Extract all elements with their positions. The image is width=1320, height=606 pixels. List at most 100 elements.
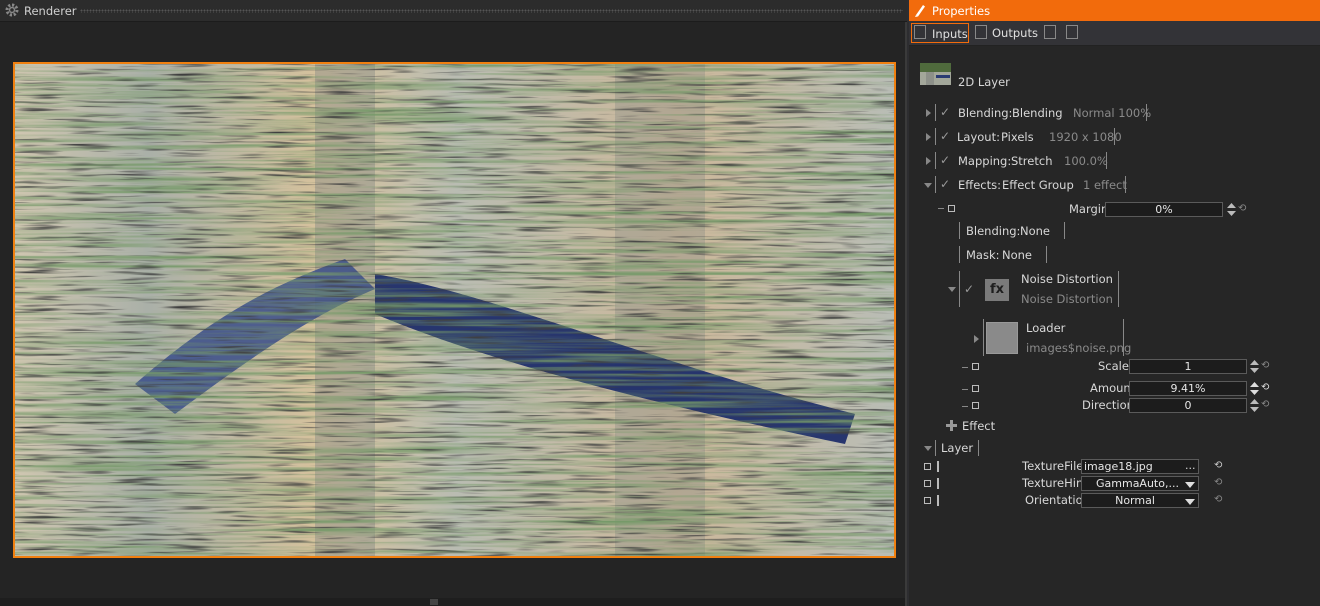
- sub-blending-value[interactable]: None: [1020, 224, 1050, 238]
- noise-subtitle: Noise Distortion: [1021, 292, 1113, 306]
- layer-thumbnail: [920, 63, 951, 85]
- direction-label: Direction: [1082, 398, 1134, 412]
- fx-icon: fx: [985, 279, 1009, 301]
- blending-checkbox[interactable]: ✓: [940, 105, 950, 119]
- layout-checkbox[interactable]: ✓: [940, 129, 950, 143]
- collapse-effects-icon[interactable]: [924, 183, 932, 188]
- direction-input[interactable]: 0: [1129, 398, 1247, 413]
- pencil-icon: [915, 5, 925, 17]
- amount-reset-icon[interactable]: ⟲: [1261, 382, 1269, 393]
- orientation-bar: [937, 495, 939, 506]
- orientation-dropdown[interactable]: Normal: [1081, 493, 1199, 508]
- add-effect-button[interactable]: Effect: [962, 419, 995, 433]
- gear-icon[interactable]: [4, 2, 20, 18]
- expand-mapping-icon[interactable]: [926, 157, 931, 165]
- effects-label: Effects:: [958, 178, 1001, 192]
- scale-input[interactable]: 1: [1129, 359, 1247, 374]
- amount-spinner-icon[interactable]: [1250, 382, 1259, 395]
- blending-value[interactable]: Blending: [1012, 106, 1063, 120]
- scrollbar-thumb[interactable]: [430, 599, 438, 605]
- mapping-checkbox[interactable]: ✓: [940, 153, 950, 167]
- direction-spinner-icon[interactable]: [1250, 399, 1259, 412]
- inputs-icon: [914, 25, 926, 39]
- texturefile-keyframe-toggle[interactable]: [924, 463, 931, 470]
- render-canvas[interactable]: [13, 62, 896, 558]
- texturehint-keyframe-toggle[interactable]: [924, 480, 931, 487]
- expand-layout-icon[interactable]: [926, 133, 931, 141]
- renderer-scrollbar[interactable]: [0, 598, 905, 606]
- expand-blending-icon[interactable]: [926, 109, 931, 117]
- tab-outputs-label: Outputs: [992, 26, 1038, 40]
- orientation-keyframe-toggle[interactable]: [924, 497, 931, 504]
- scale-keyframe-toggle[interactable]: [972, 363, 979, 370]
- texturehint-bar: [937, 478, 939, 489]
- effects-value[interactable]: Effect Group: [1002, 178, 1074, 192]
- noise-texture-thumbnail: [986, 322, 1018, 354]
- layout-value[interactable]: Pixels: [1001, 130, 1034, 144]
- texturefile-input[interactable]: image18.jpg: [1081, 459, 1199, 474]
- layer-name: 2D Layer: [958, 75, 1010, 89]
- bracket-left: [935, 152, 937, 169]
- loader-title: Loader: [1026, 321, 1066, 335]
- margin-keyframe-toggle[interactable]: [948, 205, 955, 212]
- direction-keyframe-toggle[interactable]: [972, 402, 979, 409]
- bracket-right: [1143, 104, 1147, 121]
- texturefile-label: TextureFile: [1022, 459, 1084, 473]
- layer-section-label: Layer: [941, 441, 974, 455]
- rendered-image: [15, 64, 894, 556]
- properties-title: Properties: [932, 4, 991, 18]
- mask-value[interactable]: None: [1002, 248, 1032, 262]
- mapping-value[interactable]: Stretch: [1011, 154, 1052, 168]
- chevron-down-icon[interactable]: [1185, 499, 1195, 505]
- effects-extra: 1 effect: [1083, 178, 1127, 192]
- bracket-left: [935, 176, 937, 193]
- direction-reset-icon[interactable]: ⟲: [1261, 399, 1269, 410]
- texturehint-reset-icon[interactable]: ⟲: [1214, 477, 1222, 488]
- amount-keyframe-toggle[interactable]: [972, 385, 979, 392]
- texturehint-dropdown[interactable]: GammaAuto,...: [1081, 476, 1199, 491]
- tab-inputs-label: Inputs: [932, 27, 968, 41]
- expand-loader-icon[interactable]: [974, 335, 979, 343]
- scale-reset-icon[interactable]: ⟲: [1261, 360, 1269, 371]
- noise-checkbox[interactable]: ✓: [964, 282, 974, 296]
- panel-grip[interactable]: [80, 9, 903, 13]
- chevron-down-icon[interactable]: [1185, 482, 1195, 488]
- bracket-left: [935, 128, 937, 145]
- mapping-extra: 100.0%: [1064, 154, 1108, 168]
- bracket-right: [1111, 128, 1115, 145]
- mask-label: Mask:: [966, 248, 1000, 262]
- collapse-noise-icon[interactable]: [948, 287, 956, 292]
- scale-spinner-icon[interactable]: [1250, 360, 1259, 373]
- plus-icon[interactable]: [946, 420, 957, 431]
- noise-title: Noise Distortion: [1021, 272, 1113, 286]
- scale-label: Scale: [1098, 359, 1129, 373]
- effects-checkbox[interactable]: ✓: [940, 177, 950, 191]
- texturefile-bar: [937, 461, 939, 472]
- view-columns-icon[interactable]: [1044, 25, 1056, 39]
- collapse-layer-icon[interactable]: [924, 446, 932, 451]
- tree-connector: [938, 208, 944, 209]
- blending-label: Blending:: [958, 106, 1013, 120]
- sub-blending-label: Blending:: [966, 224, 1021, 238]
- mapping-label: Mapping:: [958, 154, 1012, 168]
- amount-input[interactable]: 9.41%: [1129, 381, 1247, 396]
- orientation-reset-icon[interactable]: ⟲: [1214, 494, 1222, 505]
- renderer-title: Renderer: [24, 4, 77, 18]
- bracket-right: [1103, 152, 1107, 169]
- texturehint-label: TextureHint: [1022, 476, 1088, 490]
- bracket-right: [1122, 176, 1126, 193]
- texturefile-reset-icon[interactable]: ⟲: [1214, 460, 1222, 471]
- margin-input[interactable]: 0%: [1105, 202, 1223, 217]
- margin-spinner-icon[interactable]: [1227, 203, 1236, 216]
- view-list-icon[interactable]: [1066, 25, 1078, 39]
- blending-extra: Normal 100%: [1073, 106, 1152, 120]
- loader-path: images$noise.png: [1026, 341, 1132, 355]
- layout-label: Layout:: [957, 130, 1000, 144]
- margin-reset-icon[interactable]: ⟲: [1238, 203, 1246, 214]
- margin-label: Margin: [1069, 202, 1109, 216]
- tree-connector: [962, 367, 968, 368]
- tree-connector: [962, 389, 968, 390]
- texturehint-value: GammaAuto,...: [1096, 477, 1179, 490]
- browse-button[interactable]: ...: [1185, 459, 1196, 472]
- tree-connector: [962, 406, 968, 407]
